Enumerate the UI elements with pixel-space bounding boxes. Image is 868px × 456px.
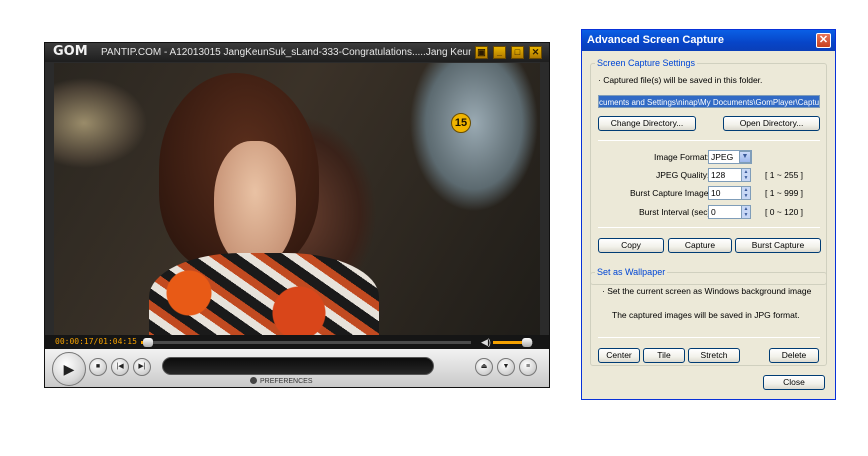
gear-icon <box>250 377 257 384</box>
player-title: PANTIP.COM - A12013015 JangKeunSuk_sLand… <box>101 47 471 58</box>
wallpaper-group-label: Set as Wallpaper <box>595 267 668 278</box>
video-frame-face <box>214 141 296 269</box>
skip-back-icon: |◀ <box>116 363 124 370</box>
skip-forward-icon: ▶| <box>138 363 146 370</box>
gom-player-window: GOM PANTIP.COM - A12013015 JangKeunSuk_s… <box>44 42 550 388</box>
separator <box>598 337 820 338</box>
gom-logo: GOM <box>53 44 88 59</box>
spin-down-icon[interactable]: ▼ <box>742 212 750 218</box>
menu-icon: ≡ <box>525 363 531 370</box>
stretch-button[interactable]: Stretch <box>688 348 740 363</box>
stop-icon: ■ <box>95 363 101 370</box>
video-area[interactable]: 15 <box>54 63 540 356</box>
playlist-button[interactable]: ▼ <box>497 358 515 376</box>
player-titlebar[interactable]: GOM PANTIP.COM - A12013015 JangKeunSuk_s… <box>45 43 549 62</box>
image-format-label: Image Format: <box>654 152 710 162</box>
center-button[interactable]: Center <box>598 348 640 363</box>
jpeg-quality-label: JPEG Quality: <box>656 170 710 180</box>
open-directory-button[interactable]: Open Directory... <box>723 116 820 131</box>
eject-button[interactable]: ⏏ <box>475 358 493 376</box>
burst-images-input[interactable]: 10 <box>708 186 742 200</box>
player-close-button[interactable]: ✕ <box>529 46 542 59</box>
delete-button[interactable]: Delete <box>769 348 819 363</box>
burst-images-label: Burst Capture Images: <box>630 188 716 198</box>
stop-button[interactable]: ■ <box>89 358 107 376</box>
play-icon: ▶ <box>63 361 75 377</box>
previous-button[interactable]: |◀ <box>111 358 129 376</box>
close-button[interactable]: Close <box>763 375 825 390</box>
chevron-down-icon[interactable]: ▼ <box>739 151 751 163</box>
control-bar: ▶ ■ |◀ ▶| ⏏ ▼ ≡ PREFERENCES <box>45 349 549 387</box>
play-button[interactable]: ▶ <box>52 352 86 386</box>
seek-row: 00:00:17/01:04:15 ◀) <box>45 335 549 349</box>
dialog-close-button[interactable]: ✕ <box>816 33 831 48</box>
tile-button[interactable]: Tile <box>643 348 685 363</box>
dialog-title: Advanced Screen Capture <box>587 34 724 46</box>
capture-path-field[interactable]: cuments and Settings\ninap\My Documents\… <box>598 95 820 108</box>
burst-interval-label: Burst Interval (sec): <box>639 207 713 217</box>
spin-down-icon[interactable]: ▼ <box>742 175 750 181</box>
burst-images-range: [ 1 ~ 999 ] <box>765 188 804 198</box>
copy-button[interactable]: Copy <box>598 238 664 253</box>
rating-badge: 15 <box>451 113 471 133</box>
playlist-icon: ▼ <box>502 363 510 370</box>
capture-settings-label: Screen Capture Settings <box>595 58 698 69</box>
dialog-titlebar[interactable]: Advanced Screen Capture ✕ <box>582 30 835 51</box>
burst-capture-button[interactable]: Burst Capture <box>735 238 821 253</box>
burst-images-stepper[interactable]: ▲ ▼ <box>741 186 751 200</box>
image-format-value: JPEG <box>711 152 734 162</box>
time-display: 00:00:17/01:04:15 <box>55 337 137 346</box>
menu-button[interactable]: ≡ <box>519 358 537 376</box>
volume-handle[interactable] <box>522 338 532 347</box>
minimize-button[interactable]: _ <box>493 46 506 59</box>
speaker-icon[interactable]: ◀) <box>481 336 491 348</box>
capture-button[interactable]: Capture <box>668 238 732 253</box>
preferences-button[interactable]: PREFERENCES <box>250 377 370 387</box>
capture-folder-info: · Captured file(s) will be saved in this… <box>598 75 763 85</box>
close-icon: ✕ <box>818 34 829 46</box>
eject-icon: ⏏ <box>480 363 488 370</box>
seek-bar[interactable] <box>141 338 471 347</box>
minimode-button[interactable]: ▣ <box>475 46 488 59</box>
maximize-button[interactable]: □ <box>511 46 524 59</box>
burst-interval-stepper[interactable]: ▲ ▼ <box>741 205 751 219</box>
volume-slider[interactable] <box>493 338 533 347</box>
next-button[interactable]: ▶| <box>133 358 151 376</box>
wallpaper-info: · Set the current screen as Windows back… <box>602 286 812 296</box>
separator <box>598 227 820 228</box>
advanced-screen-capture-dialog: Advanced Screen Capture ✕ Screen Capture… <box>581 29 836 400</box>
change-directory-button[interactable]: Change Directory... <box>598 116 696 131</box>
info-display <box>162 357 434 375</box>
burst-interval-range: [ 0 ~ 120 ] <box>765 207 804 217</box>
separator <box>598 140 820 141</box>
wallpaper-format-info: The captured images will be saved in JPG… <box>612 310 800 320</box>
burst-interval-input[interactable]: 0 <box>708 205 742 219</box>
jpeg-quality-input[interactable]: 128 <box>708 168 742 182</box>
seek-handle[interactable] <box>142 338 153 347</box>
spin-down-icon[interactable]: ▼ <box>742 193 750 199</box>
jpeg-quality-stepper[interactable]: ▲ ▼ <box>741 168 751 182</box>
jpeg-quality-range: [ 1 ~ 255 ] <box>765 170 804 180</box>
